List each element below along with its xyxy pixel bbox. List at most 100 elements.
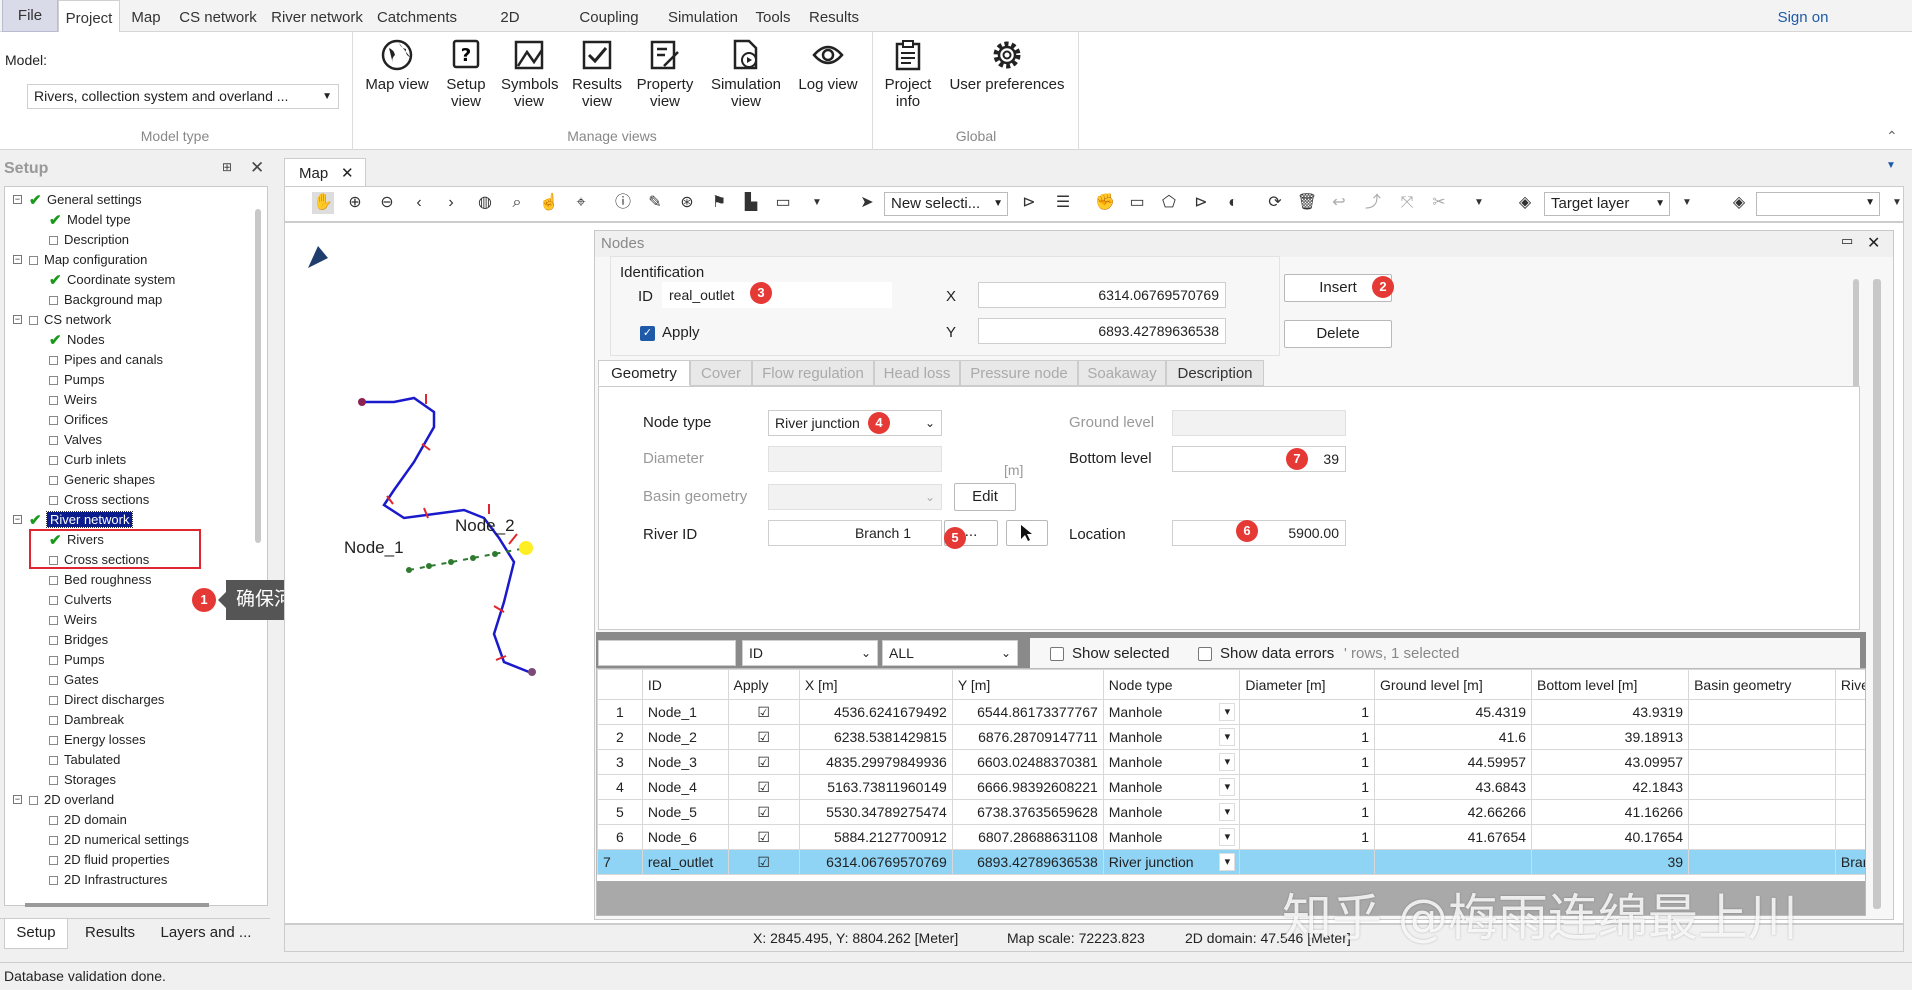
tab-geometry[interactable]: Geometry	[598, 360, 690, 386]
project-info-button[interactable]: Project info	[878, 38, 938, 110]
node-type-cell[interactable]: Manhole ▾	[1102, 749, 1241, 775]
user-preferences-button[interactable]: User preferences	[944, 38, 1070, 93]
grid-header-cell[interactable]: Apply	[727, 669, 800, 700]
collapse-icon[interactable]: −	[13, 255, 22, 264]
info-icon[interactable]: ⓘ	[612, 192, 634, 214]
table-cell[interactable]: 40.17654	[1531, 824, 1690, 850]
merge-icon[interactable]: ⤧	[1396, 192, 1418, 214]
diameter-input[interactable]	[768, 446, 942, 472]
property-view-button[interactable]: Property view	[632, 38, 698, 110]
tab-head-loss[interactable]: Head loss	[874, 360, 960, 386]
tree-item[interactable]: − 2D overland	[13, 791, 114, 809]
table-cell[interactable]	[1688, 849, 1836, 875]
delete-button[interactable]: Delete	[1284, 320, 1392, 348]
tab-layers[interactable]: Layers and ...	[156, 919, 256, 949]
select-arrow-icon[interactable]: ➤	[856, 192, 878, 214]
table-cell[interactable]: 1	[1239, 724, 1376, 750]
table-cell[interactable]: Node_5	[641, 799, 729, 825]
table-cell[interactable]: 5163.73811960149	[798, 774, 953, 800]
table-row[interactable]: 5 Node_5 ☑ 5530.34789275474 6738.37635659628…	[597, 799, 1865, 825]
table-cell[interactable]	[1688, 799, 1836, 825]
x-input[interactable]: 6314.06769570769	[978, 282, 1226, 308]
table-cell[interactable]: 4536.6241679492	[798, 699, 953, 725]
refresh-icon[interactable]: ⟳	[1264, 192, 1286, 214]
toolbar-more-icon[interactable]: ▼	[806, 192, 828, 214]
table-cell[interactable]	[1688, 749, 1836, 775]
tab-description[interactable]: Description	[1166, 360, 1264, 386]
checkbox-icon[interactable]	[49, 596, 58, 606]
table-cell[interactable]: 6876.28709147711	[951, 724, 1104, 750]
toolbar-more3-icon[interactable]: ▼	[1676, 192, 1698, 214]
menu-cs-network[interactable]: CS network	[176, 0, 260, 32]
select-hand-icon[interactable]: ✊	[1094, 192, 1116, 214]
apply-checkbox-icon[interactable]: ☑	[757, 829, 770, 845]
checkbox-icon[interactable]	[49, 836, 58, 846]
table-cell[interactable]: 6238.5381429815	[798, 724, 953, 750]
pan-icon[interactable]: ✋	[312, 192, 334, 214]
collapse-icon[interactable]: −	[13, 515, 22, 524]
table-cell[interactable]: Node_6	[641, 824, 729, 850]
tree-item[interactable]: Weirs	[49, 391, 97, 409]
table-cell[interactable]: Node_4	[641, 774, 729, 800]
node-type-cell[interactable]: Manhole ▾	[1102, 799, 1241, 825]
table-cell[interactable]: 45.4319	[1374, 699, 1533, 725]
menu-2d-overland[interactable]: 2D overland	[470, 0, 550, 62]
apply-cell[interactable]: ☑	[727, 824, 800, 850]
checkbox-icon[interactable]	[49, 376, 58, 386]
grid-header-cell[interactable]: Node type	[1102, 669, 1241, 700]
map-view-button[interactable]: Map view	[362, 38, 432, 93]
grid-search-input[interactable]	[598, 640, 736, 666]
zoom-out-icon[interactable]: ⊖	[376, 192, 398, 214]
table-cell[interactable]: 41.6	[1374, 724, 1533, 750]
table-cell[interactable]: Node_2	[641, 724, 729, 750]
tree-item[interactable]: Valves	[49, 431, 102, 449]
table-row[interactable]: 3 Node_3 ☑ 4835.29979849936 6603.02488370381…	[597, 749, 1865, 775]
log-view-button[interactable]: Log view	[792, 38, 864, 93]
grid-globe-icon[interactable]: ⊛	[676, 192, 698, 214]
tree-item[interactable]: Description	[49, 231, 129, 249]
row-index-cell[interactable]: 5	[597, 799, 643, 825]
checkbox-icon[interactable]	[49, 436, 58, 446]
invert-selection-icon[interactable]: ◐	[1222, 192, 1244, 214]
apply-checkbox-icon[interactable]: ☑	[757, 754, 770, 770]
hand-select-icon[interactable]: ☝	[538, 192, 560, 214]
tree-item[interactable]: Dambreak	[49, 711, 124, 729]
tree-item[interactable]: − CS network	[13, 311, 111, 329]
split-icon[interactable]: ⤴	[1362, 192, 1384, 214]
layer-select[interactable]: ▼	[1756, 192, 1880, 216]
menu-map[interactable]: Map	[126, 0, 166, 32]
row-index-cell[interactable]: 7	[597, 849, 643, 875]
location-input[interactable]: 5900.00	[1172, 520, 1346, 546]
checkbox-icon[interactable]	[49, 476, 58, 486]
menu-catchments[interactable]: Catchments	[374, 0, 460, 32]
ground-level-input[interactable]	[1172, 410, 1346, 436]
checkbox-icon[interactable]	[49, 636, 58, 646]
checkbox-icon[interactable]	[49, 496, 58, 506]
checkbox-icon[interactable]	[49, 816, 58, 826]
checkmark-icon[interactable]: ✔	[49, 272, 63, 290]
apply-cell[interactable]: ☑	[727, 774, 800, 800]
grid-header-cell[interactable]: Ground level [m]	[1374, 669, 1533, 700]
table-cell[interactable]	[1834, 699, 1865, 725]
tree-item[interactable]: Bed roughness	[49, 571, 151, 589]
checkbox-icon[interactable]	[49, 356, 58, 366]
rectangle-select-icon[interactable]: ▭	[1126, 192, 1148, 214]
tree-item[interactable]: Pumps	[49, 651, 104, 669]
chart-icon[interactable]: ▙	[740, 192, 762, 214]
flag-icon[interactable]: ⚑	[708, 192, 730, 214]
tab-dropdown-icon[interactable]: ▼	[1886, 160, 1896, 171]
grid-header-cell[interactable]: Bottom level [m]	[1531, 669, 1690, 700]
close-icon[interactable]: ✕	[250, 158, 264, 178]
apply-cell[interactable]: ☑	[727, 699, 800, 725]
polygon-select-icon[interactable]: ⬠	[1158, 192, 1180, 214]
table-cell[interactable]: 39.18913	[1531, 724, 1690, 750]
menu-simulation[interactable]: Simulation	[666, 0, 740, 32]
sign-on-link[interactable]: Sign on	[1770, 0, 1836, 32]
table-row[interactable]: 1 Node_1 ☑ 4536.6241679492 6544.86173377767 M…	[597, 699, 1865, 725]
full-extent-icon[interactable]: ◍	[474, 192, 496, 214]
tree-item[interactable]: Energy losses	[49, 731, 146, 749]
grid-column-select[interactable]: ID ⌄	[742, 640, 878, 666]
tree-item[interactable]: − Map configuration	[13, 251, 147, 269]
table-cell[interactable]: 1	[1239, 749, 1376, 775]
collapse-ribbon-icon[interactable]: ⌃	[1886, 128, 1898, 145]
